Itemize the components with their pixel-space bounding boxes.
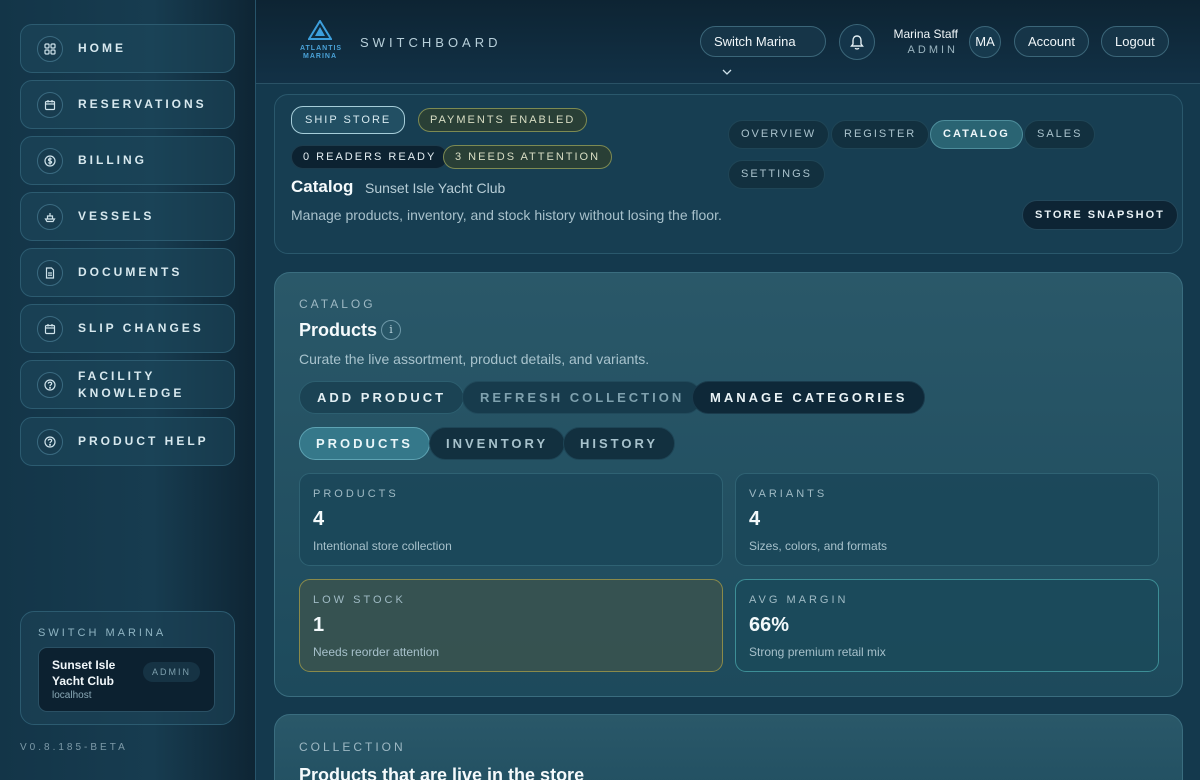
switch-marina-label: Switch Marina: [714, 34, 796, 49]
notifications-button[interactable]: [839, 24, 875, 60]
stat-variants: VARIANTS 4 Sizes, colors, and formats: [735, 473, 1159, 566]
stat-avg-margin: AVG MARGIN 66% Strong premium retail mix: [735, 579, 1159, 672]
marina-name: Sunset Isle Yacht Club: [52, 658, 116, 688]
grid-icon: [37, 35, 63, 62]
stat-products: PRODUCTS 4 Intentional store collection: [299, 473, 723, 566]
calendar-icon: [37, 91, 63, 118]
section-description: Curate the live assortment, product deta…: [299, 351, 650, 367]
marina-role-badge: ADMIN: [143, 662, 200, 682]
collection-eyebrow: COLLECTION: [299, 740, 406, 754]
stat-value: 4: [313, 508, 325, 530]
store-header-card: SHIP STORE PAYMENTS ENABLED 0 READERS RE…: [274, 94, 1183, 254]
user-name: Marina Staff: [893, 27, 958, 41]
help-icon: [37, 428, 63, 455]
calendar-icon: [37, 315, 63, 342]
tab-inventory[interactable]: INVENTORY: [429, 427, 566, 460]
sidebar-item-label: BILLING: [78, 153, 147, 167]
page-subtitle: Sunset Isle Yacht Club: [365, 180, 506, 196]
tab-overview[interactable]: OVERVIEW: [728, 120, 830, 149]
payments-enabled-badge: PAYMENTS ENABLED: [418, 108, 588, 132]
sidebar-item-facility-knowledge[interactable]: FACILITY KNOWLEDGE: [20, 360, 235, 409]
switch-marina-title: SWITCH MARINA: [38, 627, 167, 639]
atlantis-marina-logo[interactable]: ATLANTIS MARINA: [300, 19, 343, 62]
sidebar-item-billing[interactable]: BILLING: [20, 136, 235, 185]
tab-catalog[interactable]: CATALOG: [930, 120, 1023, 149]
needs-attention-badge: 3 NEEDS ATTENTION: [443, 145, 613, 169]
logo-text-line1: ATLANTIS: [300, 45, 343, 52]
page-title: Catalog: [291, 177, 354, 196]
tab-register[interactable]: REGISTER: [831, 120, 930, 149]
logo-mark-icon: [307, 19, 333, 40]
sidebar-item-label: RESERVATIONS: [78, 97, 207, 111]
stat-label: VARIANTS: [749, 488, 828, 500]
switch-marina-dropdown[interactable]: Switch Marina: [700, 26, 826, 75]
bell-icon: [850, 34, 864, 50]
store-snapshot-button[interactable]: STORE SNAPSHOT: [1022, 200, 1178, 230]
sidebar-item-documents[interactable]: DOCUMENTS: [20, 248, 235, 297]
sidebar-item-label: VESSELS: [78, 209, 155, 223]
avatar[interactable]: MA: [969, 26, 1001, 58]
add-product-button[interactable]: ADD PRODUCT: [299, 381, 465, 414]
stat-value: 1: [313, 614, 325, 636]
refresh-collection-button[interactable]: REFRESH COLLECTION: [462, 381, 703, 414]
stat-label: AVG MARGIN: [749, 594, 849, 606]
stat-label: LOW STOCK: [313, 594, 406, 606]
sidebar-item-slip-changes[interactable]: SLIP CHANGES: [20, 304, 235, 353]
ship-store-badge[interactable]: SHIP STORE: [291, 106, 406, 134]
logout-button[interactable]: Logout: [1101, 26, 1169, 57]
info-icon[interactable]: i: [381, 320, 401, 340]
tab-products[interactable]: PRODUCTS: [299, 427, 430, 460]
stat-value: 4: [749, 508, 761, 530]
tab-history[interactable]: HISTORY: [563, 427, 676, 460]
switch-marina-panel: SWITCH MARINA Sunset Isle Yacht Club loc…: [20, 611, 235, 725]
sidebar-item-home[interactable]: HOME: [20, 24, 235, 73]
sidebar-item-label: FACILITY KNOWLEDGE: [78, 368, 185, 400]
sidebar-item-reservations[interactable]: RESERVATIONS: [20, 80, 235, 129]
boat-icon: [37, 203, 63, 230]
stat-caption: Strong premium retail mix: [749, 645, 886, 659]
account-button[interactable]: Account: [1014, 26, 1089, 57]
document-icon: [37, 259, 63, 286]
sidebar-item-label: DOCUMENTS: [78, 265, 183, 279]
marina-card[interactable]: Sunset Isle Yacht Club localhost ADMIN: [38, 647, 215, 712]
marina-host: localhost: [52, 690, 92, 701]
sidebar-item-label: PRODUCT HELP: [78, 434, 209, 448]
stat-label: PRODUCTS: [313, 488, 399, 500]
stat-low-stock: LOW STOCK 1 Needs reorder attention: [299, 579, 723, 672]
user-role: ADMIN: [907, 44, 958, 56]
page-description: Manage products, inventory, and stock hi…: [291, 207, 722, 223]
stat-caption: Intentional store collection: [313, 539, 452, 553]
help-icon: [37, 371, 63, 398]
manage-categories-button[interactable]: MANAGE CATEGORIES: [692, 381, 926, 414]
sidebar-item-vessels[interactable]: VESSELS: [20, 192, 235, 241]
sidebar: HOME RESERVATIONS BILLING VESSELS DOCUME…: [0, 0, 256, 780]
brand-title: SWITCHBOARD: [360, 35, 502, 50]
sidebar-item-product-help[interactable]: PRODUCT HELP: [20, 417, 235, 466]
tab-sales[interactable]: SALES: [1024, 120, 1096, 149]
catalog-card: CATALOG Products i Curate the live assor…: [274, 272, 1183, 697]
dollar-icon: [37, 147, 63, 174]
section-title: Products: [299, 320, 378, 340]
tab-settings[interactable]: SETTINGS: [728, 160, 826, 189]
top-bar: ATLANTIS MARINA SWITCHBOARD Switch Marin…: [256, 0, 1200, 84]
main-content: SHIP STORE PAYMENTS ENABLED 0 READERS RE…: [256, 84, 1200, 780]
collection-card: COLLECTION Products that are live in the…: [274, 714, 1183, 780]
sidebar-item-label: SLIP CHANGES: [78, 321, 204, 335]
readers-ready-badge: 0 READERS READY: [291, 145, 449, 169]
section-eyebrow: CATALOG: [299, 297, 376, 311]
sidebar-item-label: HOME: [78, 41, 126, 55]
stat-caption: Needs reorder attention: [313, 645, 440, 659]
stat-caption: Sizes, colors, and formats: [749, 539, 888, 553]
collection-title: Products that are live in the store: [299, 765, 585, 780]
chevron-down-icon: [722, 69, 732, 75]
logo-text-line2: MARINA: [303, 53, 337, 60]
stat-value: 66%: [749, 614, 790, 636]
app-version: V0.8.185-BETA: [20, 742, 128, 753]
